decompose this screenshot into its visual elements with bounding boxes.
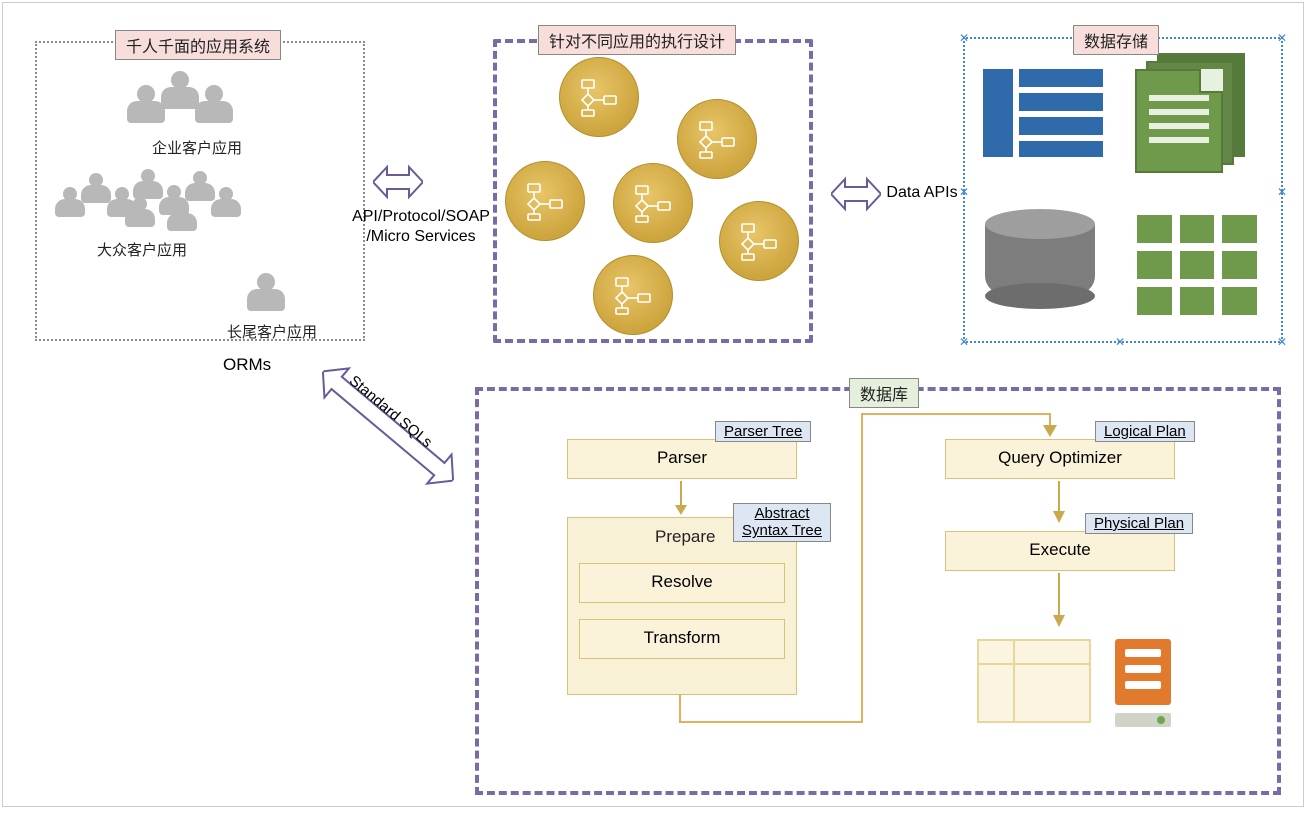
data-apis-arrow [831, 173, 881, 215]
enterprise-clients-icon [127, 71, 247, 141]
logical-plan-chip: Logical Plan [1095, 421, 1195, 442]
table-storage-icon [983, 69, 1103, 157]
query-optimizer-stage: Query Optimizer [945, 439, 1175, 479]
exec-node-icon [505, 161, 585, 241]
data-apis-label: Data APIs [877, 183, 967, 203]
ast-chip: Abstract Syntax Tree [733, 503, 831, 542]
exec-node-icon [559, 57, 639, 137]
storage-title: 数据存储 [1073, 25, 1159, 55]
exec-node-icon [677, 99, 757, 179]
enterprise-clients-label: 企业客户应用 [152, 137, 242, 158]
result-table-icon [977, 639, 1091, 723]
storage-box: ✕ ✕ ✕ ✕ ✕ ✕ ✕ ✕ [963, 37, 1283, 343]
arrow-down-icon [671, 481, 691, 517]
execution-box [493, 39, 813, 343]
clients-title: 千人千面的应用系统 [115, 30, 281, 60]
database-box: 数据库 Parser Parser Tree Prepare Abstract … [475, 387, 1281, 795]
longtail-client-label: 长尾客户应用 [227, 321, 317, 342]
files-storage-icon [1135, 53, 1245, 163]
physical-plan-chip: Physical Plan [1085, 513, 1193, 534]
database-cylinder-icon [985, 209, 1095, 309]
architecture-diagram: 千人千面的应用系统 企业客户应用 大众客户应用 长尾客户应用 ORMs [2, 2, 1304, 807]
clients-box: 千人千面的应用系统 企业客户应用 大众客户应用 长尾客户应用 [35, 41, 365, 341]
execution-title: 针对不同应用的执行设计 [538, 25, 736, 55]
orms-label: ORMs [223, 355, 271, 375]
parser-tree-chip: Parser Tree [715, 421, 811, 442]
prepare-label: Prepare [655, 527, 715, 547]
execute-stage: Execute [945, 531, 1175, 571]
api-arrow-label: API/Protocol/SOAP /Micro Services [341, 175, 501, 247]
exec-node-icon [613, 163, 693, 243]
database-title: 数据库 [849, 378, 919, 408]
transform-substage: Transform [579, 619, 785, 659]
result-server-icon [1115, 639, 1171, 705]
arrow-down-icon [1049, 573, 1069, 629]
parser-stage: Parser [567, 439, 797, 479]
grid-storage-icon [1137, 215, 1257, 315]
standard-sqls-arrow [308, 354, 468, 499]
mass-clients-label: 大众客户应用 [97, 239, 187, 260]
exec-node-icon [719, 201, 799, 281]
result-disk-icon [1115, 713, 1171, 727]
resolve-substage: Resolve [579, 563, 785, 603]
arrow-down-icon [1049, 481, 1069, 525]
exec-node-icon [593, 255, 673, 335]
mass-clients-icon [55, 163, 265, 243]
